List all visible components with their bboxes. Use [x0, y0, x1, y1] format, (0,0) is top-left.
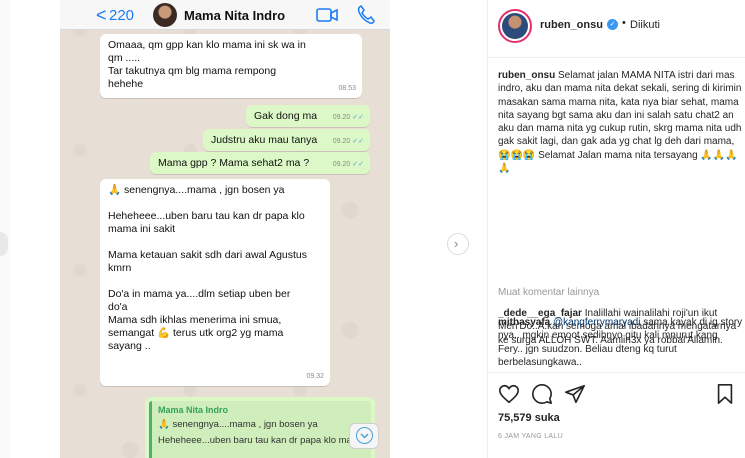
likes-number: 75,579 [498, 412, 532, 424]
post-header: ruben_onsu ✓ • Diikuti [488, 0, 745, 58]
message-time: 09.20 [332, 138, 351, 145]
chat-message-incoming: Omaaa, qm gpp kan klo mama ini sk wa in … [100, 34, 362, 98]
comment-mention[interactable]: @kangferrymaryadi [553, 317, 640, 328]
message-text: Mama gpp ? Mama sehat2 ma ? [158, 157, 310, 169]
heart-icon[interactable] [498, 383, 520, 405]
message-meta: 09.20 ✓✓ [333, 111, 364, 124]
read-ticks-icon: ✓✓ [352, 161, 364, 168]
post-photo[interactable]: < 220 Mama Nita Indro Omaaa, qm gpp kan … [60, 0, 390, 458]
quoted-message: Mama Nita Indro 🙏 senengnya....mama , jg… [149, 401, 371, 458]
phone-icon [357, 5, 375, 24]
scroll-down-button[interactable] [349, 423, 379, 449]
chat-message-incoming: 🙏 senengnya....mama , jgn bosen ya Heheh… [100, 179, 330, 386]
message-meta: 09.20 ✓✓ [333, 158, 364, 171]
bookmark-icon[interactable] [714, 383, 736, 405]
caption-text: Selamat jalan MAMA NITA istri dari mas i… [498, 70, 742, 175]
read-ticks-icon: ✓✓ [352, 114, 364, 121]
follow-status[interactable]: Diikuti [630, 19, 660, 31]
message-time: 09.20 [332, 161, 351, 168]
post-username[interactable]: ruben_onsu [540, 19, 603, 31]
back-chevron-icon: < [96, 5, 107, 25]
post-timestamp[interactable]: 6 JAM YANG LALU [498, 433, 563, 440]
quoted-reply-bubble: Mama Nita Indro 🙏 senengnya....mama , jg… [145, 397, 375, 458]
caption-username[interactable]: ruben_onsu [498, 70, 555, 81]
contact-avatar [153, 3, 177, 27]
message-time: 09.20 [332, 114, 351, 121]
chevron-down-glyph [360, 433, 369, 439]
likes-label: suka [534, 412, 560, 424]
message-text: 🙏 senengnya....mama , jgn bosen ya Heheh… [108, 184, 308, 352]
avatar-image [502, 13, 528, 39]
chat-message-outgoing: Gak dong ma 09.20 ✓✓ [246, 105, 370, 127]
video-icon [316, 8, 338, 22]
comment-username[interactable]: mithasyafa [498, 317, 550, 328]
profile-avatar[interactable] [498, 9, 532, 43]
verified-badge-icon: ✓ [607, 19, 618, 30]
comment: mithasyafa @kangferrymaryadi sama kayak … [498, 316, 744, 372]
message-time: 09.32 [306, 373, 324, 380]
chevron-right-icon: › [454, 236, 459, 251]
chat-message-outgoing: Mama gpp ? Mama sehat2 ma ? 09.20 ✓✓ [150, 152, 370, 174]
quoted-sender: Mama Nita Indro [158, 405, 229, 415]
comment-icon[interactable] [531, 383, 553, 405]
instagram-post-view: < 220 Mama Nita Indro Omaaa, qm gpp kan … [0, 0, 745, 458]
left-gutter [0, 0, 10, 458]
chat-message-outgoing: Judstru aku mau tanya 09.20 ✓✓ [203, 129, 370, 151]
likes-count[interactable]: 75,579 suka [498, 412, 560, 424]
caption: ruben_onsu Selamat jalan MAMA NITA istri… [498, 69, 744, 175]
post-side-panel: ruben_onsu ✓ • Diikuti ruben_onsu Selama… [487, 0, 745, 458]
read-ticks-icon: ✓✓ [352, 138, 364, 145]
header-separator: • [622, 17, 626, 29]
message-text: Omaaa, qm gpp kan klo mama ini sk wa in … [108, 39, 306, 90]
contact-name: Mama Nita Indro [184, 8, 286, 23]
back-count: 220 [109, 7, 135, 24]
message-meta: 09.20 ✓✓ [333, 135, 364, 148]
quoted-line: 🙏 senengnya....mama , jgn bosen ya [158, 419, 318, 430]
message-time: 08.53 [338, 85, 356, 92]
next-photo-arrow[interactable]: › [447, 233, 469, 255]
share-icon[interactable] [564, 383, 586, 405]
quoted-line: Heheheee...uben baru tau kan dr papa klo… [158, 435, 360, 446]
post-actions: 75,579 suka 6 JAM YANG LALU [488, 372, 745, 458]
load-more-comments[interactable]: Muat komentar lainnya [498, 287, 599, 298]
chat-header: < 220 Mama Nita Indro [60, 0, 390, 30]
